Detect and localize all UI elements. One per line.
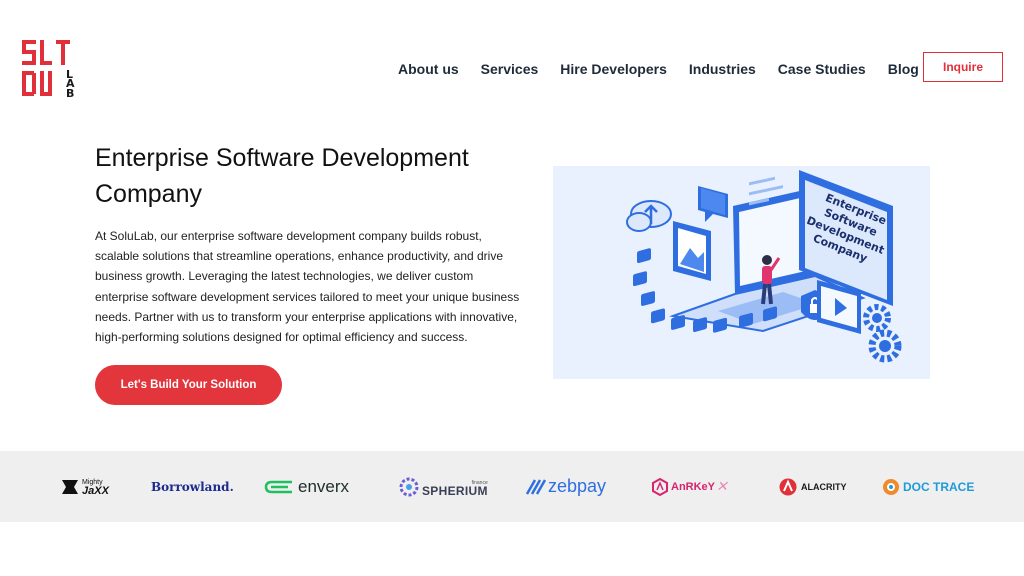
page-title: Enterprise Software Development Company <box>95 144 469 208</box>
zebpay-logo-icon <box>525 478 547 495</box>
doctrace-logo-icon <box>883 478 899 495</box>
client-borrowland: Borrowland. <box>151 451 234 522</box>
nav-case-studies[interactable]: Case Studies <box>778 61 866 77</box>
gear-icon <box>863 304 902 363</box>
main-nav: About us Services Hire Developers Indust… <box>398 61 919 77</box>
hero-illustration: Enterprise Software Development Company <box>553 166 930 379</box>
spherium-logo-icon <box>399 477 419 496</box>
client-name: ALACRITY <box>801 481 847 492</box>
image-panel-icon <box>673 221 711 281</box>
inquire-button[interactable]: Inquire <box>923 52 1003 82</box>
nav-about-us[interactable]: About us <box>398 61 459 77</box>
client-name: enverx <box>298 476 350 496</box>
nav-industries[interactable]: Industries <box>689 61 756 77</box>
client-anrkey: AnRKeY ✕ <box>652 451 728 522</box>
client-logos-strip: Mighty JaXX Borrowland. enverx finance S… <box>0 451 1024 522</box>
alacrity-logo-icon <box>779 478 797 495</box>
client-alacrity: ALACRITY <box>779 451 847 522</box>
enverx-logo-icon <box>264 480 292 493</box>
nav-blog[interactable]: Blog <box>888 61 919 77</box>
chat-bubble-icon <box>698 186 728 222</box>
client-name: AnRKeY <box>671 480 716 493</box>
hero-description: At SoluLab, our enterprise software deve… <box>95 229 520 345</box>
client-name: SPHERIUM <box>422 483 488 498</box>
client-zebpay: zebpay <box>525 451 606 522</box>
build-solution-button[interactable]: Let's Build Your Solution <box>95 365 282 405</box>
client-mightyjaxx: Mighty JaXX <box>60 451 109 522</box>
client-doctrace: DOC TRACE <box>882 451 974 522</box>
anrkey-logo-icon <box>652 477 668 496</box>
cloud-icon <box>626 200 672 232</box>
client-name: JaXX <box>82 484 109 497</box>
client-name: zebpay <box>548 476 607 496</box>
svg-text:B: B <box>66 87 74 98</box>
solulab-logo[interactable]: LAB <box>22 40 78 98</box>
mightyjaxx-logo-icon <box>62 479 78 494</box>
client-name: DOC TRACE <box>903 479 975 494</box>
nav-hire-developers[interactable]: Hire Developers <box>560 61 667 77</box>
client-spherium: finance SPHERIUM <box>399 451 488 522</box>
nav-services[interactable]: Services <box>481 61 539 77</box>
client-name: Borrowland. <box>151 479 234 494</box>
client-enverx: enverx <box>264 451 349 522</box>
